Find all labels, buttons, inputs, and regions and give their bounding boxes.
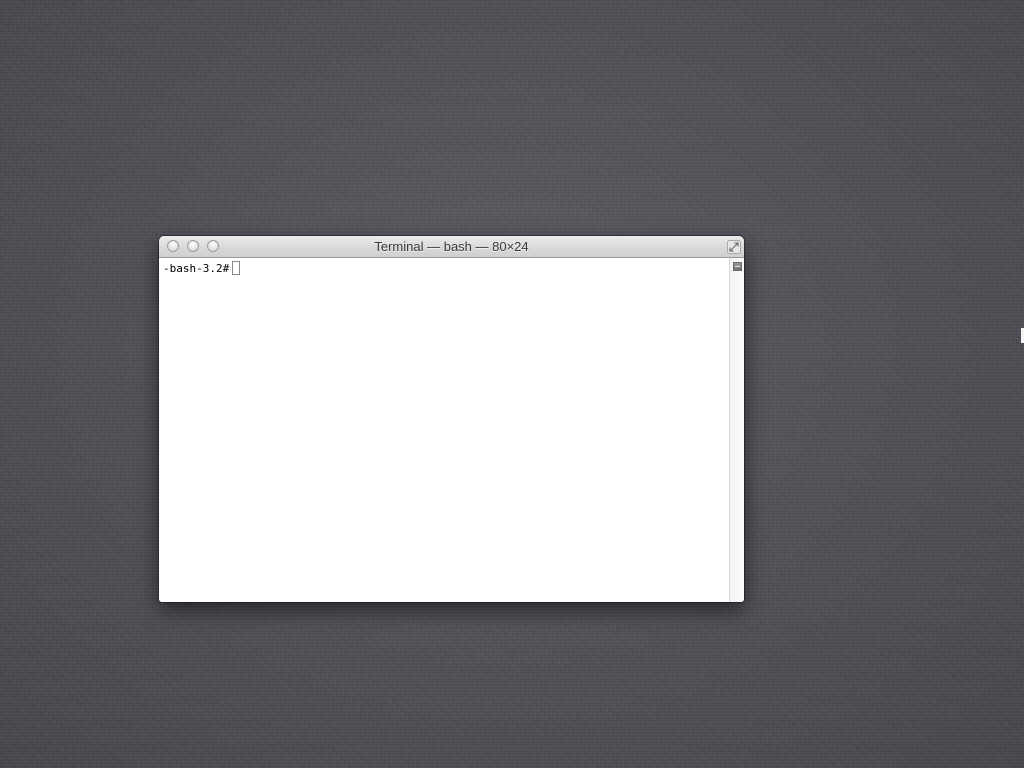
terminal-content[interactable]: -bash-3.2# bbox=[159, 258, 729, 602]
minimize-icon[interactable] bbox=[187, 240, 199, 252]
zoom-icon[interactable] bbox=[207, 240, 219, 252]
text-cursor bbox=[232, 261, 241, 275]
terminal-prompt-line: -bash-3.2# bbox=[163, 261, 241, 276]
shell-prompt: -bash-3.2# bbox=[163, 262, 230, 275]
close-icon[interactable] bbox=[167, 240, 179, 252]
title-bar[interactable]: Terminal — bash — 80×24 bbox=[159, 236, 744, 258]
vertical-scrollbar[interactable] bbox=[729, 258, 744, 602]
terminal-window: Terminal — bash — 80×24 -bash-3.2# bbox=[159, 236, 744, 602]
fullscreen-icon[interactable] bbox=[727, 240, 741, 254]
split-pane-icon[interactable] bbox=[733, 262, 742, 271]
window-title: Terminal — bash — 80×24 bbox=[374, 239, 529, 254]
desktop-background: Terminal — bash — 80×24 -bash-3.2# bbox=[0, 0, 1024, 768]
